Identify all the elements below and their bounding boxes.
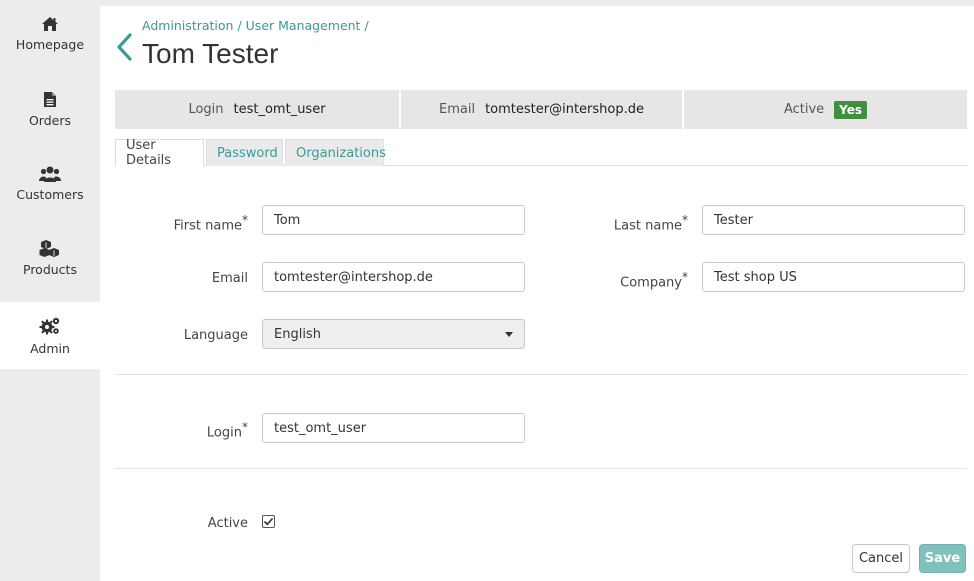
summary-active: Active Yes bbox=[684, 90, 967, 129]
sidebar-item-products[interactable]: Products bbox=[0, 237, 100, 303]
page-title: Tom Tester bbox=[142, 38, 279, 69]
summary-active-label: Active bbox=[783, 102, 825, 117]
caret-down-icon bbox=[505, 331, 513, 337]
language-label: Language bbox=[140, 328, 248, 343]
last-name-label-text: Last name bbox=[613, 218, 682, 234]
sidebar-item-orders[interactable]: Orders bbox=[0, 89, 100, 155]
tab-bar: User Details Password Organizations bbox=[115, 138, 967, 168]
active-label: Active bbox=[140, 516, 248, 531]
summary-login-value: test_omt_user bbox=[233, 102, 326, 117]
language-selected-value: English bbox=[274, 326, 321, 342]
company-label: Company* bbox=[580, 270, 688, 290]
summary-email-value: tomtester@intershop.de bbox=[485, 102, 644, 117]
active-checkbox[interactable] bbox=[262, 515, 275, 528]
summary-email-label: Email bbox=[439, 102, 476, 117]
last-name-label: Last name* bbox=[580, 213, 688, 233]
gears-icon bbox=[39, 317, 60, 335]
breadcrumb-link-administration[interactable]: Administration bbox=[142, 18, 233, 33]
sidebar-item-customers[interactable]: Customers bbox=[0, 163, 100, 229]
last-name-field[interactable] bbox=[702, 205, 965, 235]
breadcrumb: Administration / User Management / bbox=[142, 18, 369, 33]
active-label-text: Active bbox=[207, 516, 248, 531]
required-marker: * bbox=[682, 213, 688, 227]
sidebar-item-admin[interactable]: Admin bbox=[0, 302, 100, 369]
users-icon bbox=[39, 166, 61, 182]
checkmark-icon bbox=[263, 517, 274, 526]
tab-password[interactable]: Password bbox=[206, 139, 283, 166]
email-label-text: Email bbox=[211, 271, 248, 286]
breadcrumb-separator: / bbox=[237, 18, 242, 33]
back-chevron-icon[interactable] bbox=[114, 32, 136, 62]
sidebar-item-label: Customers bbox=[16, 187, 84, 202]
tab-organizations[interactable]: Organizations bbox=[285, 139, 386, 166]
cancel-button[interactable]: Cancel bbox=[852, 544, 910, 573]
breadcrumb-separator: / bbox=[364, 18, 369, 33]
sidebar-item-homepage[interactable]: Homepage bbox=[0, 14, 100, 80]
main-content: Administration / User Management / Tom T… bbox=[100, 6, 974, 581]
language-label-text: Language bbox=[183, 328, 248, 343]
cubes-icon bbox=[39, 240, 59, 257]
email-field[interactable] bbox=[262, 262, 525, 292]
company-field[interactable] bbox=[702, 262, 965, 292]
sidebar-item-label: Admin bbox=[30, 341, 70, 356]
document-icon bbox=[44, 92, 56, 107]
save-button[interactable]: Save bbox=[919, 544, 966, 573]
summary-email: Email tomtester@intershop.de bbox=[401, 90, 682, 129]
email-label: Email bbox=[140, 271, 248, 286]
login-field[interactable] bbox=[262, 413, 525, 443]
required-marker: * bbox=[682, 270, 688, 284]
home-icon bbox=[42, 17, 58, 31]
first-name-label-text: First name bbox=[173, 218, 242, 234]
first-name-field[interactable] bbox=[262, 205, 525, 235]
summary-login: Login test_omt_user bbox=[115, 90, 399, 129]
login-label-text: Login bbox=[206, 425, 242, 441]
breadcrumb-link-user-management[interactable]: User Management bbox=[246, 18, 361, 33]
tab-user-details[interactable]: User Details bbox=[115, 138, 204, 168]
sidebar-item-label: Orders bbox=[28, 113, 72, 128]
sidebar: Homepage Orders Customers Products Admin bbox=[0, 0, 100, 581]
section-divider bbox=[115, 374, 967, 375]
section-divider bbox=[115, 468, 967, 469]
login-label: Login* bbox=[140, 420, 248, 440]
status-badge: Yes bbox=[834, 100, 868, 119]
first-name-label: First name* bbox=[140, 213, 248, 233]
required-marker: * bbox=[242, 213, 248, 227]
language-select[interactable]: English bbox=[262, 319, 525, 349]
sidebar-item-label: Homepage bbox=[15, 37, 85, 52]
company-label-text: Company bbox=[620, 275, 682, 291]
user-summary-bar: Login test_omt_user Email tomtester@inte… bbox=[115, 90, 967, 129]
summary-login-label: Login bbox=[188, 102, 224, 117]
required-marker: * bbox=[242, 420, 248, 434]
sidebar-item-label: Products bbox=[23, 262, 77, 277]
